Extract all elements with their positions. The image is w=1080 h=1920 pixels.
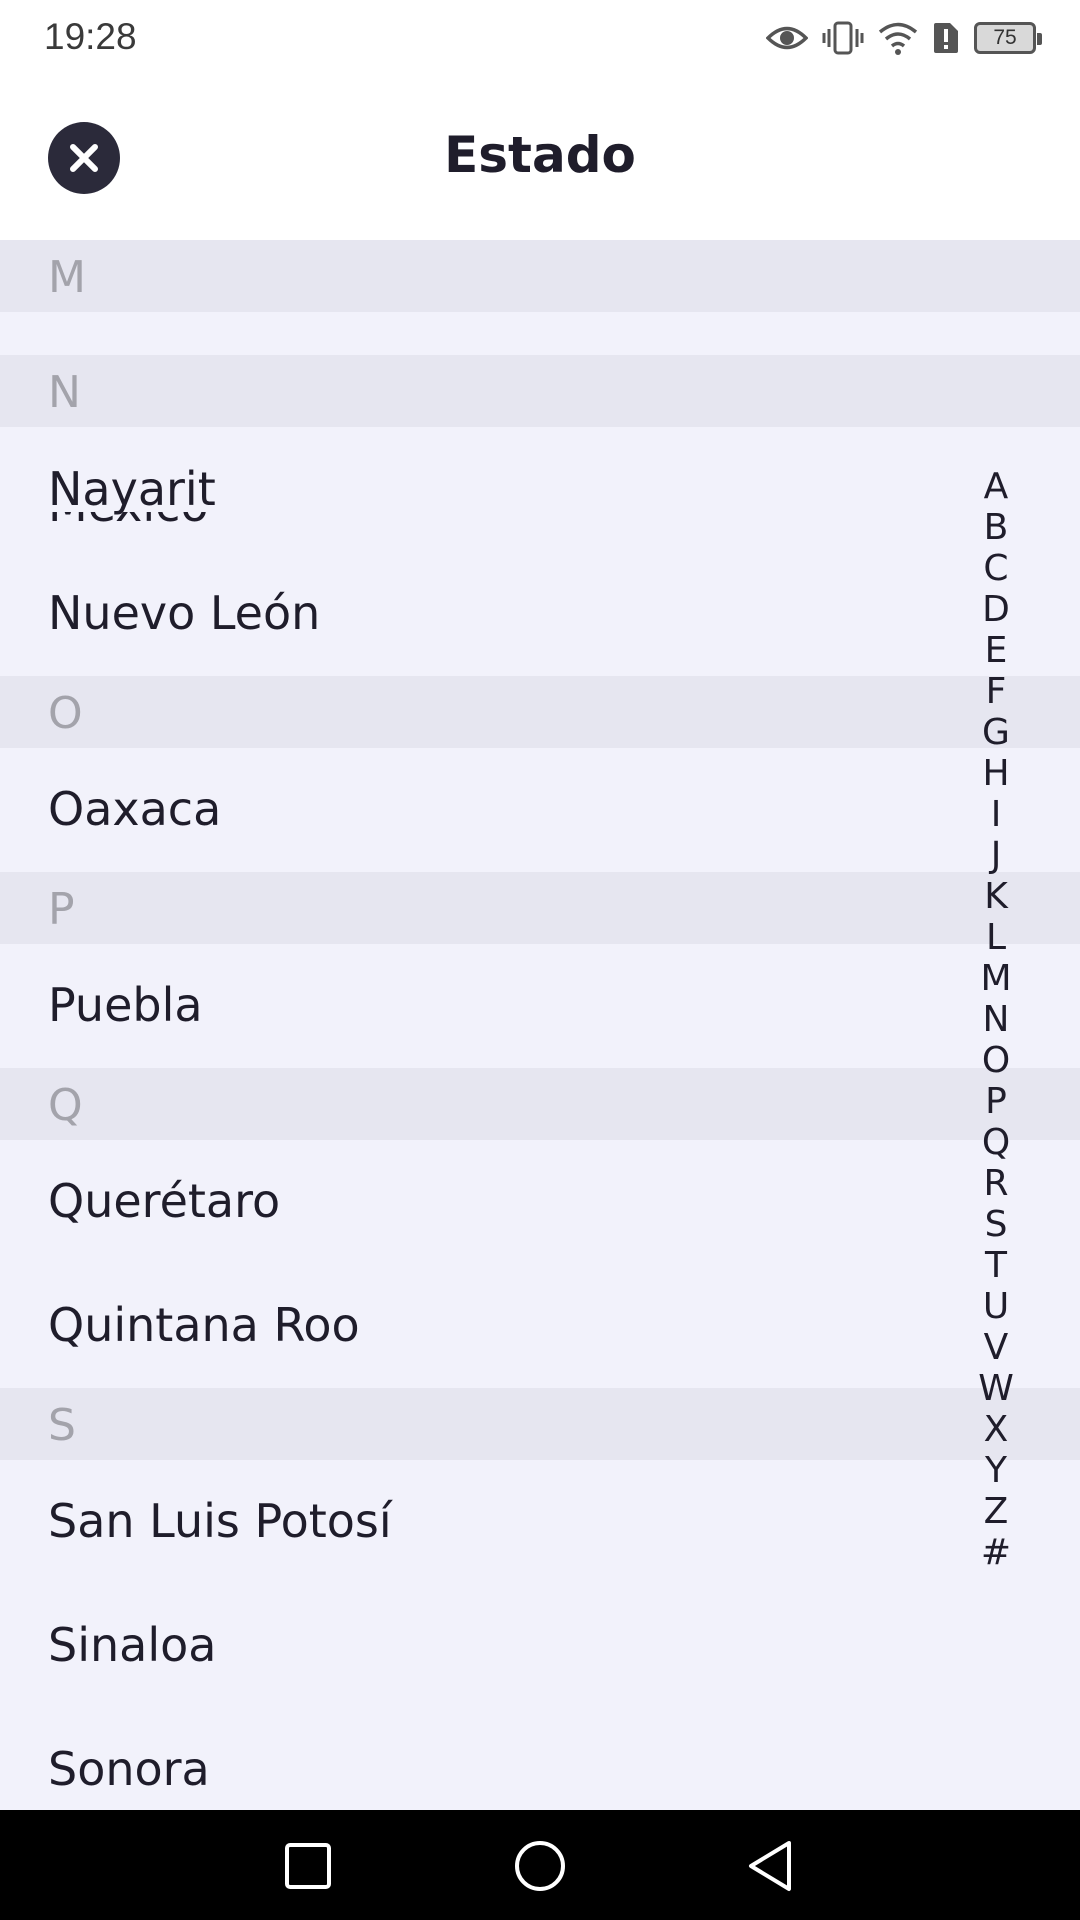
- list-item-sinaloa[interactable]: Sinaloa: [0, 1584, 1080, 1708]
- list-item-label: Puebla: [48, 978, 203, 1032]
- list-item-label: Sonora: [48, 1742, 210, 1796]
- alphabet-index[interactable]: A B C D E F G H I J K L M N O P Q R S T U V W X Y Z #: [978, 466, 1014, 1573]
- state-list[interactable]: M México N Nayarit Nuevo León O Oaxaca P…: [0, 240, 1080, 1810]
- index-letter[interactable]: L: [978, 917, 1014, 958]
- index-letter[interactable]: J: [978, 835, 1014, 876]
- index-letter[interactable]: F: [978, 671, 1014, 712]
- section-header-m: M: [0, 240, 1080, 312]
- section-letter: O: [48, 688, 83, 739]
- index-letter[interactable]: N: [978, 999, 1014, 1040]
- eye-icon: [766, 26, 808, 50]
- index-letter[interactable]: C: [978, 548, 1014, 589]
- index-letter[interactable]: Y: [978, 1450, 1014, 1491]
- alert-icon: [934, 23, 958, 53]
- section-header-n: N: [0, 355, 1080, 427]
- index-letter[interactable]: V: [978, 1327, 1014, 1368]
- list-item-label: Oaxaca: [48, 782, 222, 836]
- index-letter[interactable]: P: [978, 1081, 1014, 1122]
- index-letter[interactable]: A: [978, 466, 1014, 507]
- index-letter[interactable]: R: [978, 1163, 1014, 1204]
- recents-button[interactable]: [276, 1834, 340, 1898]
- index-letter[interactable]: B: [978, 507, 1014, 548]
- section-header-q: Q: [0, 1068, 1080, 1140]
- index-letter[interactable]: O: [978, 1040, 1014, 1081]
- battery-level: 75: [993, 26, 1017, 49]
- list-item-label: San Luis Potosí: [48, 1494, 392, 1548]
- section-letter: S: [48, 1400, 76, 1451]
- index-letter[interactable]: D: [978, 589, 1014, 630]
- header: Estado: [0, 76, 1080, 240]
- vibrate-icon: [822, 21, 864, 55]
- section-header-s: S: [0, 1388, 1080, 1460]
- index-letter[interactable]: E: [978, 630, 1014, 671]
- wifi-icon: [878, 22, 918, 55]
- index-letter[interactable]: Z: [978, 1491, 1014, 1532]
- index-letter[interactable]: T: [978, 1245, 1014, 1286]
- section-header-o: O: [0, 676, 1080, 748]
- home-circle-icon: [515, 1841, 565, 1891]
- status-icons: 75: [766, 16, 1042, 60]
- list-item-puebla[interactable]: Puebla: [0, 944, 1080, 1068]
- list-item-sonora[interactable]: Sonora: [0, 1708, 1080, 1810]
- index-letter[interactable]: M: [978, 958, 1014, 999]
- list-item-nuevo-leon[interactable]: Nuevo León: [0, 552, 1080, 676]
- section-letter: M: [48, 252, 86, 303]
- section-letter: P: [48, 884, 75, 935]
- index-letter[interactable]: S: [978, 1204, 1014, 1245]
- battery-icon: 75: [974, 22, 1042, 54]
- index-letter[interactable]: H: [978, 753, 1014, 794]
- status-time: 19:28: [44, 16, 137, 57]
- back-button[interactable]: [738, 1834, 802, 1898]
- list-item-label: Sinaloa: [48, 1618, 217, 1672]
- section-letter: Q: [48, 1080, 83, 1131]
- index-letter[interactable]: #: [978, 1532, 1014, 1573]
- list-item-oaxaca[interactable]: Oaxaca: [0, 748, 1080, 872]
- home-button[interactable]: [508, 1834, 572, 1898]
- back-triangle-icon: [749, 1841, 791, 1891]
- list-item-san-luis-potosi[interactable]: San Luis Potosí: [0, 1460, 1080, 1584]
- status-bar: 19:28 75: [0, 0, 1080, 76]
- list-item-quintana-roo[interactable]: Quintana Roo: [0, 1264, 1080, 1388]
- system-nav-bar: [0, 1810, 1080, 1920]
- list-item-queretaro[interactable]: Querétaro: [0, 1140, 1080, 1264]
- list-item-label: Quintana Roo: [48, 1298, 360, 1352]
- index-letter[interactable]: Q: [978, 1122, 1014, 1163]
- index-letter[interactable]: K: [978, 876, 1014, 917]
- index-letter[interactable]: I: [978, 794, 1014, 835]
- index-letter[interactable]: U: [978, 1286, 1014, 1327]
- list-item-label: Nayarit: [48, 462, 216, 516]
- index-letter[interactable]: G: [978, 712, 1014, 753]
- page-title: Estado: [444, 126, 636, 184]
- recents-square-icon: [285, 1843, 331, 1889]
- index-letter[interactable]: X: [978, 1409, 1014, 1450]
- list-item-label: Nuevo León: [48, 586, 321, 640]
- section-letter: N: [48, 367, 81, 418]
- section-header-p: P: [0, 872, 1080, 944]
- list-item-label: Querétaro: [48, 1174, 281, 1228]
- list-item-nayarit[interactable]: Nayarit: [0, 428, 1080, 552]
- index-letter[interactable]: W: [978, 1368, 1014, 1409]
